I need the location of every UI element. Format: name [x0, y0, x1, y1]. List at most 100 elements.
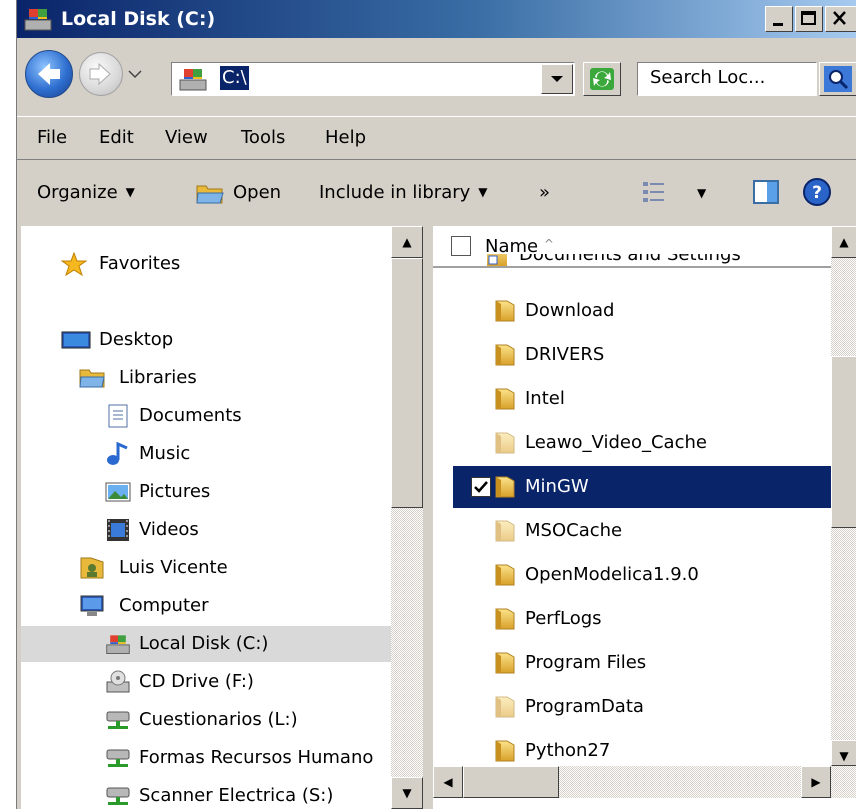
- folder-icon: [495, 564, 515, 586]
- back-button[interactable]: [25, 50, 73, 98]
- row-checkbox[interactable]: [471, 477, 491, 497]
- files-vertical-scrollbar[interactable]: ▲ ▼: [831, 226, 856, 766]
- address-path[interactable]: C:\: [220, 66, 249, 90]
- menu-file[interactable]: File: [37, 127, 67, 148]
- search-icon: [824, 66, 852, 92]
- menu-tools[interactable]: Tools: [241, 127, 285, 148]
- nav-scroll-thumb[interactable]: [391, 258, 423, 508]
- desktop-icon: [61, 331, 91, 349]
- file-row[interactable]: MinGW: [453, 466, 831, 508]
- checkmark-icon: [474, 481, 488, 493]
- organize-button[interactable]: Organize ▼: [37, 182, 135, 203]
- nav-item-local-disk[interactable]: Local Disk (C:): [21, 626, 391, 662]
- menu-bar: File Edit View Tools Help: [17, 116, 856, 160]
- documents-icon: [108, 404, 128, 428]
- recent-pages-chevron-icon[interactable]: [127, 68, 143, 80]
- nav-vertical-scrollbar[interactable]: ▲ ▼: [391, 226, 423, 809]
- nav-label-cd-drive: CD Drive (F:): [139, 671, 254, 692]
- nav-item-scanner[interactable]: Scanner Electrica (S:): [21, 778, 391, 809]
- file-name: DRIVERS: [525, 344, 605, 365]
- network-drive-icon: [106, 749, 130, 767]
- nav-item-cd-drive[interactable]: CD Drive (F:): [21, 664, 391, 700]
- organize-label: Organize: [37, 182, 118, 203]
- view-dropdown-icon[interactable]: ▼: [697, 186, 706, 200]
- menu-help[interactable]: Help: [325, 127, 366, 148]
- scroll-right-arrow-icon[interactable]: ▶: [801, 766, 831, 798]
- nav-item-documents[interactable]: Documents: [21, 398, 391, 434]
- close-icon: [833, 11, 846, 25]
- title-bar[interactable]: Local Disk (C:): [17, 0, 856, 38]
- file-name: ProgramData: [525, 696, 644, 717]
- close-button[interactable]: [825, 6, 856, 32]
- refresh-icon: [590, 68, 614, 90]
- address-dropdown-button[interactable]: [541, 64, 573, 94]
- open-button[interactable]: Open: [195, 182, 281, 204]
- include-in-library-button[interactable]: Include in library ▼: [319, 182, 488, 203]
- nav-item-desktop[interactable]: Desktop: [21, 322, 391, 358]
- file-row[interactable]: ProgramData: [453, 686, 831, 728]
- address-toolbar: C:\ Search Loc...: [17, 40, 856, 112]
- pane-splitter[interactable]: [423, 226, 433, 809]
- nav-label-favorites: Favorites: [99, 253, 181, 274]
- file-row[interactable]: Program Files: [453, 642, 831, 684]
- refresh-button[interactable]: [583, 62, 621, 96]
- svg-text:?: ?: [812, 183, 822, 203]
- scroll-down-arrow-icon[interactable]: ▼: [831, 740, 856, 766]
- folder-icon: [495, 608, 515, 630]
- menu-view[interactable]: View: [165, 127, 208, 148]
- files-scroll-thumb[interactable]: [831, 356, 856, 528]
- file-row[interactable]: Leawo_Video_Cache: [453, 422, 831, 464]
- files-hscroll-thumb[interactable]: [463, 766, 559, 798]
- file-row[interactable]: OpenModelica1.9.0: [453, 554, 831, 596]
- file-name: MinGW: [525, 476, 589, 497]
- nav-item-music[interactable]: Music: [21, 436, 391, 472]
- scroll-left-arrow-icon[interactable]: ◀: [433, 766, 463, 798]
- preview-pane-icon[interactable]: [751, 178, 781, 206]
- file-row[interactable]: PerfLogs: [453, 598, 831, 640]
- folder-icon: [495, 696, 515, 718]
- file-list-pane[interactable]: Name ^ Documents and Settings Download DR…: [433, 226, 856, 809]
- maximize-icon: [801, 11, 816, 25]
- address-field[interactable]: C:\: [171, 62, 575, 96]
- view-options-icon[interactable]: [641, 180, 667, 204]
- navigation-pane[interactable]: Favorites Desktop Libraries Documents Mu…: [21, 226, 423, 809]
- more-commands-button[interactable]: »: [539, 182, 550, 203]
- nav-item-videos[interactable]: Videos: [21, 512, 391, 548]
- folder-icon: [495, 388, 515, 410]
- select-all-checkbox[interactable]: [451, 236, 471, 256]
- network-drive-icon: [106, 787, 130, 805]
- window-title: Local Disk (C:): [61, 8, 216, 30]
- folder-icon: [495, 476, 515, 498]
- nav-item-cuestionarios[interactable]: Cuestionarios (L:): [21, 702, 391, 738]
- nav-item-formas[interactable]: Formas Recursos Humano: [21, 740, 391, 776]
- scroll-up-arrow-icon[interactable]: ▲: [831, 226, 856, 258]
- search-input[interactable]: Search Loc...: [637, 62, 817, 96]
- nav-item-libraries[interactable]: Libraries: [21, 360, 391, 396]
- scroll-up-arrow-icon[interactable]: ▲: [391, 226, 423, 258]
- file-name: Intel: [525, 388, 565, 409]
- forward-button[interactable]: [79, 52, 123, 96]
- folder-icon: [495, 520, 515, 542]
- files-horizontal-scrollbar[interactable]: ◀ ▶: [433, 766, 856, 798]
- nav-item-user[interactable]: Luis Vicente: [21, 550, 391, 586]
- nav-item-pictures[interactable]: Pictures: [21, 474, 391, 510]
- file-row[interactable]: Intel: [453, 378, 831, 420]
- nav-label-local-disk: Local Disk (C:): [139, 633, 269, 654]
- star-icon: [61, 252, 87, 276]
- maximize-button[interactable]: [795, 6, 823, 32]
- file-row[interactable]: DRIVERS: [453, 334, 831, 376]
- help-icon[interactable]: ?: [801, 176, 833, 208]
- scroll-down-arrow-icon[interactable]: ▼: [391, 777, 423, 809]
- pictures-icon: [105, 482, 131, 502]
- drive-icon: [179, 69, 207, 91]
- minimize-button[interactable]: [765, 6, 793, 32]
- menu-edit[interactable]: Edit: [99, 127, 134, 148]
- file-name: Program Files: [525, 652, 647, 673]
- file-row[interactable]: Download: [453, 290, 831, 332]
- file-row[interactable]: MSOCache: [453, 510, 831, 552]
- file-name: Python27: [525, 740, 611, 761]
- nav-item-favorites[interactable]: Favorites: [21, 246, 391, 282]
- nav-item-computer[interactable]: Computer: [21, 588, 391, 624]
- search-button[interactable]: [819, 62, 856, 96]
- organize-dropdown-icon: ▼: [125, 185, 135, 199]
